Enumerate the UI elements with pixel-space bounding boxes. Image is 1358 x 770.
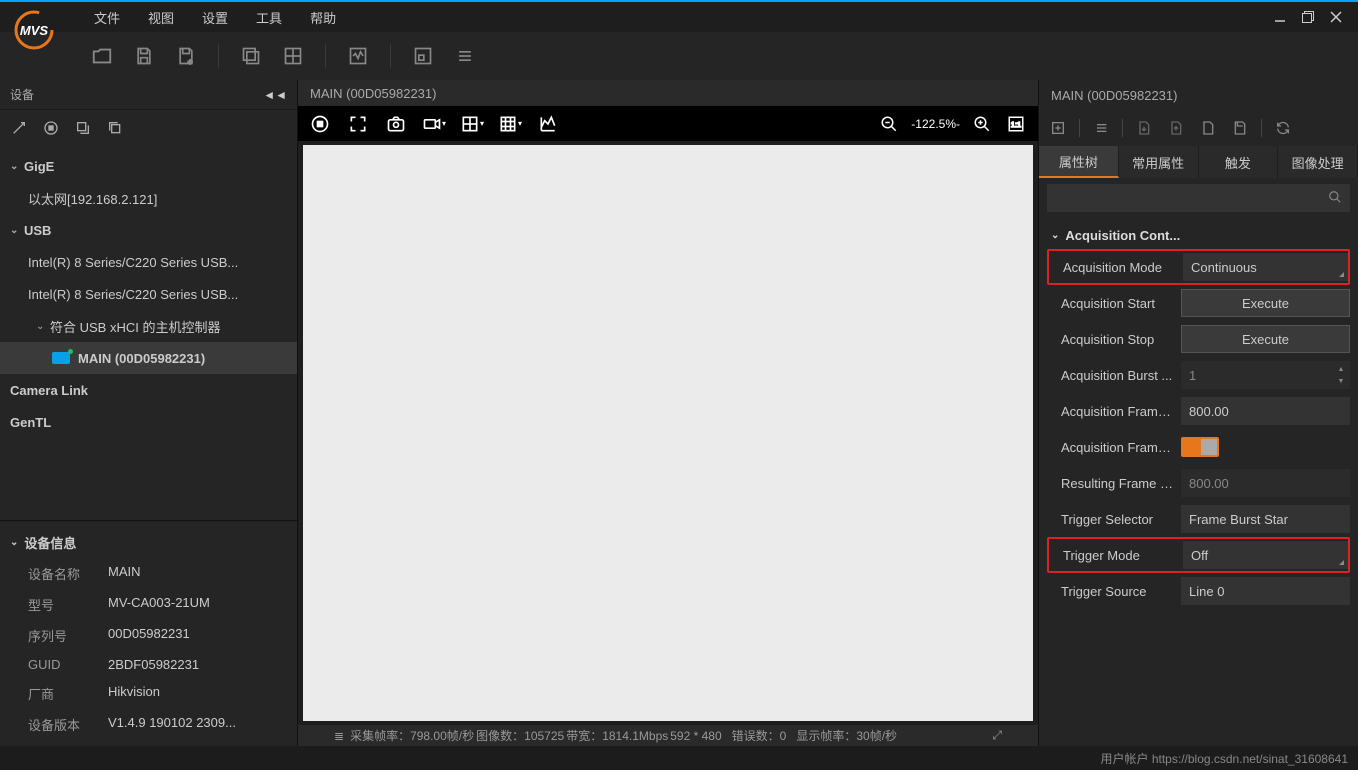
expand-icon[interactable]: ⤢ xyxy=(992,728,1002,743)
zoom-percent: -122.5%- xyxy=(911,117,960,131)
layout2-icon[interactable] xyxy=(279,42,307,70)
tree-ethernet[interactable]: 以太网[192.168.2.121] xyxy=(0,182,297,214)
tool2-icon[interactable] xyxy=(451,42,479,70)
collapse-sidebar-icon[interactable]: ◄◄ xyxy=(263,88,287,102)
device-sidebar: 设备 ◄◄ ⌄GigE 以太网[192.168.2.121] ⌄USB Inte… xyxy=(0,80,298,746)
tree-gentl[interactable]: GenTL xyxy=(0,406,297,438)
menu-file[interactable]: 文件 xyxy=(80,8,134,27)
tree-gige[interactable]: ⌄GigE xyxy=(0,150,297,182)
close-button[interactable] xyxy=(1322,5,1350,29)
menu-view[interactable]: 视图 xyxy=(134,8,188,27)
acq-section-header[interactable]: ⌄Acquisition Cont... xyxy=(1047,222,1350,249)
image-canvas[interactable] xyxy=(303,145,1033,721)
framerate-input[interactable]: 800.00 xyxy=(1181,397,1350,425)
sidebar-title: 设备 xyxy=(10,86,263,103)
trigger-source-select[interactable]: Line 0 xyxy=(1181,577,1350,605)
device-tree: ⌄GigE 以太网[192.168.2.121] ⌄USB Intel(R) 8… xyxy=(0,146,297,520)
viewer-statusbar: ≣ 采集帧率：798.00帧/秒 图像数：105725 带宽：1814.1Mbp… xyxy=(298,725,1038,746)
burst-row: Acquisition Burst ... 1▲▼ xyxy=(1047,357,1350,393)
prop-refresh-icon[interactable] xyxy=(1272,117,1294,139)
prop-tool2-icon[interactable] xyxy=(1090,117,1112,139)
layout1-icon[interactable] xyxy=(237,42,265,70)
app-logo: MVS xyxy=(10,6,58,54)
acq-stop-row: Acquisition Stop Execute xyxy=(1047,321,1350,357)
tab-trigger[interactable]: 触发 xyxy=(1199,146,1279,178)
minimize-button[interactable] xyxy=(1266,5,1294,29)
tree-usb1[interactable]: Intel(R) 8 Series/C220 Series USB... xyxy=(0,246,297,278)
save-as-icon[interactable]: + xyxy=(172,42,200,70)
device-info-panel: ⌄设备信息 设备名称MAIN 型号MV-CA003-21UM 序列号00D059… xyxy=(0,520,297,746)
histogram-icon[interactable] xyxy=(536,112,560,136)
grid2-icon[interactable]: ▾ xyxy=(498,112,522,136)
snapshot-icon[interactable] xyxy=(384,112,408,136)
tree-main-camera[interactable]: MAIN (00D05982231) xyxy=(0,342,297,374)
menu-help[interactable]: 帮助 xyxy=(296,8,350,27)
app-statusbar: 用户帐户 https://blog.csdn.net/sinat_3160864… xyxy=(0,746,1358,770)
burst-input[interactable]: 1▲▼ xyxy=(1181,361,1350,389)
acq-mode-select[interactable]: Continuous xyxy=(1183,253,1348,281)
main-toolbar: + xyxy=(0,32,1358,80)
record-icon[interactable]: ▾ xyxy=(422,112,446,136)
tab-image[interactable]: 图像处理 xyxy=(1278,146,1358,178)
stop-capture-icon[interactable] xyxy=(308,112,332,136)
tab-property-tree[interactable]: 属性树 xyxy=(1039,146,1119,178)
fit-icon[interactable]: 1:1 xyxy=(1004,112,1028,136)
restore-button[interactable] xyxy=(1294,5,1322,29)
acq-stop-button[interactable]: Execute xyxy=(1181,325,1350,353)
copy-icon[interactable] xyxy=(104,117,126,139)
property-title: MAIN (00D05982231) xyxy=(1039,80,1358,110)
frame-enable-toggle[interactable] xyxy=(1181,437,1219,457)
devinfo-title: 设备信息 xyxy=(24,533,76,552)
tree-camlink[interactable]: Camera Link xyxy=(0,374,297,406)
result-row: Resulting Frame R... 800.00 xyxy=(1047,465,1350,501)
svg-text:MVS: MVS xyxy=(20,23,49,38)
fullscreen-icon[interactable] xyxy=(346,112,370,136)
open-icon[interactable] xyxy=(88,42,116,70)
connect-icon[interactable] xyxy=(8,117,30,139)
trigsrc-row: Trigger Source Line 0 xyxy=(1047,573,1350,609)
trigger-selector-select[interactable]: Frame Burst Star xyxy=(1181,505,1350,533)
refresh-icon[interactable] xyxy=(72,117,94,139)
zoom-out-icon[interactable] xyxy=(877,112,901,136)
prop-import-icon[interactable] xyxy=(1133,117,1155,139)
acq-start-button[interactable]: Execute xyxy=(1181,289,1350,317)
menu-settings[interactable]: 设置 xyxy=(188,8,242,27)
save-icon[interactable] xyxy=(130,42,158,70)
tool1-icon[interactable] xyxy=(409,42,437,70)
grid1-icon[interactable]: ▾ xyxy=(460,112,484,136)
trigger-mode-select[interactable]: Off xyxy=(1183,541,1348,569)
acq-start-row: Acquisition Start Execute xyxy=(1047,285,1350,321)
search-icon[interactable] xyxy=(1328,190,1342,207)
acq-mode-row: Acquisition Mode Continuous xyxy=(1047,249,1350,285)
result-value: 800.00 xyxy=(1181,469,1350,497)
zoom-in-icon[interactable] xyxy=(970,112,994,136)
viewer-toolbar: ▾ ▾ ▾ -122.5%- 1:1 xyxy=(298,106,1038,141)
activity-icon[interactable] xyxy=(344,42,372,70)
tree-usb[interactable]: ⌄USB xyxy=(0,214,297,246)
prop-tool1-icon[interactable] xyxy=(1047,117,1069,139)
tree-usb2[interactable]: Intel(R) 8 Series/C220 Series USB... xyxy=(0,278,297,310)
prop-file-icon[interactable] xyxy=(1197,117,1219,139)
menu-bar: 文件 视图 设置 工具 帮助 xyxy=(0,0,1358,32)
property-panel: MAIN (00D05982231) 属性树 常用属性 触发 图像处理 ⌄Acq… xyxy=(1038,80,1358,746)
tab-common[interactable]: 常用属性 xyxy=(1119,146,1199,178)
trigmode-row: Trigger Mode Off xyxy=(1047,537,1350,573)
prop-save-icon[interactable] xyxy=(1229,117,1251,139)
viewer-title: MAIN (00D05982231) xyxy=(298,80,1038,106)
svg-text:+: + xyxy=(188,56,193,66)
stop-icon[interactable] xyxy=(40,117,62,139)
tree-xhci[interactable]: ⌄符合 USB xHCI 的主机控制器 xyxy=(0,310,297,342)
prop-export-icon[interactable] xyxy=(1165,117,1187,139)
frameen-row: Acquisition Frame... xyxy=(1047,429,1350,465)
camera-icon xyxy=(52,352,70,364)
viewer-panel: MAIN (00D05982231) ▾ ▾ ▾ -122.5%- 1:1 ≣ … xyxy=(298,80,1038,746)
property-search-input[interactable] xyxy=(1047,184,1350,212)
framerate-row: Acquisition Frame... 800.00 xyxy=(1047,393,1350,429)
svg-text:1:1: 1:1 xyxy=(1011,120,1021,129)
trigsel-row: Trigger Selector Frame Burst Star xyxy=(1047,501,1350,537)
menu-tools[interactable]: 工具 xyxy=(242,8,296,27)
